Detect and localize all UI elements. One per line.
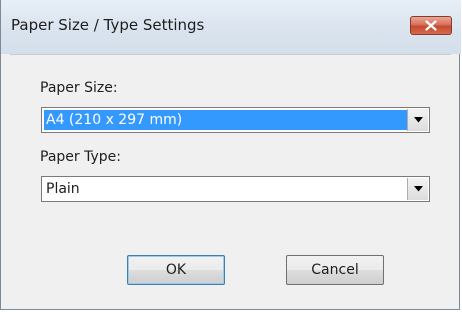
paper-type-select[interactable]: Plain (41, 176, 430, 202)
close-button[interactable] (410, 16, 452, 35)
dialog-body: Paper Size: A4 (210 x 297 mm) Paper Type… (10, 54, 451, 304)
close-icon (425, 20, 437, 31)
paper-size-dropdown-button[interactable] (407, 109, 428, 131)
chevron-down-icon (413, 186, 423, 192)
paper-type-value: Plain (46, 181, 80, 197)
paper-size-label: Paper Size: (40, 80, 118, 96)
chevron-down-icon (413, 117, 423, 123)
cancel-button[interactable]: Cancel (286, 255, 384, 285)
paper-size-select[interactable]: A4 (210 x 297 mm) (41, 107, 430, 133)
paper-type-dropdown-button[interactable] (407, 178, 428, 200)
window-title: Paper Size / Type Settings (11, 16, 205, 34)
title-bar[interactable]: Paper Size / Type Settings (1, 0, 461, 54)
paper-settings-dialog: Paper Size / Type Settings Paper Size: A… (0, 0, 461, 310)
paper-size-value: A4 (210 x 297 mm) (44, 110, 407, 130)
ok-button[interactable]: OK (127, 255, 225, 285)
paper-type-label: Paper Type: (40, 149, 121, 165)
